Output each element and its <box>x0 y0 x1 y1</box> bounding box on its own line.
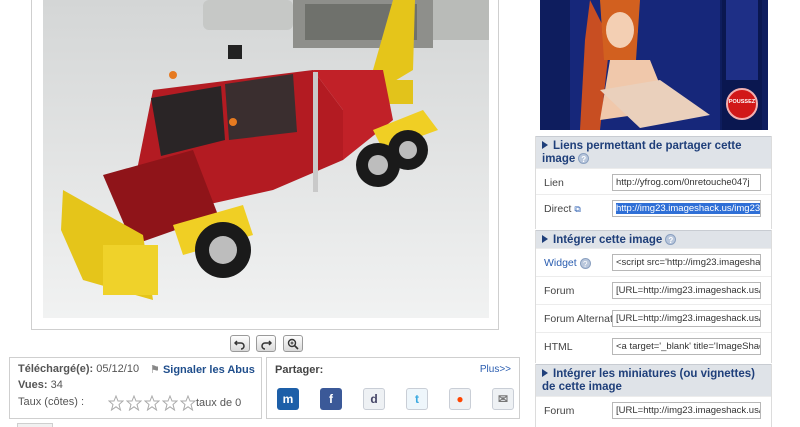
embed-thumbs-panel: Intégrer les miniatures (ou vignettes) d… <box>535 364 772 427</box>
twitter-icon[interactable]: t <box>406 388 428 410</box>
views-label: Vues: <box>18 379 48 391</box>
embed-thumbs-header[interactable]: Intégrer les miniatures (ou vignettes) d… <box>536 364 771 396</box>
forum-label: Forum <box>544 285 575 297</box>
report-abuse-label: Signaler les Abus <box>162 364 255 376</box>
share-links-title: Liens permettant de partager cette image <box>542 140 742 165</box>
zoom-button[interactable] <box>283 335 303 352</box>
share-links-panel: Liens permettant de partager cette image… <box>535 136 772 229</box>
embed-thumbs-title: Intégrer les miniatures (ou vignettes) d… <box>542 368 755 393</box>
bottom-tab[interactable] <box>17 423 53 427</box>
share-box: Partager: Plus>> m f d t ● ✉ <box>266 357 520 419</box>
direct-link-value: http://img23.imageshack.us/img23 <box>616 203 761 214</box>
forum-alt-label: Forum Alternatif <box>544 313 612 325</box>
rotate-left-icon <box>234 339 245 350</box>
star-icon[interactable] <box>180 395 196 411</box>
widget-label-text: Widget <box>544 257 577 269</box>
embed-row-forum-alt: Forum Alternatif [URL=http://img23.image… <box>536 304 771 332</box>
embed-image-header[interactable]: Intégrer cette image? <box>536 230 771 248</box>
expand-arrow-icon <box>542 369 548 377</box>
views-row: Vues: 34 <box>18 379 63 391</box>
rotate-right-icon <box>261 339 272 350</box>
share-row-direct: Direct ⧉ http://img23.imageshack.us/img2… <box>536 194 771 221</box>
help-icon[interactable]: ? <box>579 257 591 269</box>
row-label: Lien <box>544 177 564 189</box>
html-label: HTML <box>544 341 573 353</box>
upload-date-value: 05/12/10 <box>96 363 140 375</box>
star-icon[interactable] <box>162 395 178 411</box>
facebook-icon[interactable]: f <box>320 388 342 410</box>
embed-image-title: Intégrer cette image <box>553 234 663 246</box>
rating-label: Taux (côtes) : <box>18 396 85 408</box>
direct-link-field[interactable]: http://img23.imageshack.us/img23 <box>612 200 761 217</box>
help-icon[interactable]: ? <box>578 153 590 165</box>
embed-row-forum: Forum [URL=http://img23.imageshack.us/ <box>536 276 771 304</box>
forum-code-field[interactable]: [URL=http://img23.imageshack.us/ <box>612 282 761 299</box>
zoom-icon <box>287 338 299 350</box>
share-more-link[interactable]: Plus>> <box>480 364 511 375</box>
share-title: Partager: <box>275 364 324 376</box>
row-label: Direct ⧉ <box>544 203 581 215</box>
advertisement-banner[interactable]: POUSSEZ <box>540 0 768 130</box>
thumbs-row-forum: Forum [URL=http://img23.imageshack.us/ <box>536 396 771 424</box>
forum-alt-code-field[interactable]: [URL=http://img23.imageshack.us/ <box>612 310 761 327</box>
upload-date-label: Téléchargé(e): <box>18 363 94 375</box>
expand-arrow-icon <box>542 235 548 243</box>
direct-label: Direct <box>544 203 572 215</box>
rating-stars <box>108 395 196 411</box>
ad-illustration <box>540 0 768 130</box>
embed-row-widget: Widget? <script src='http://img23.images… <box>536 248 771 276</box>
share-row-link: Lien http://yfrog.com/0nretouche047j <box>536 168 771 194</box>
myspace-icon[interactable]: m <box>277 388 299 410</box>
star-icon[interactable] <box>126 395 142 411</box>
tow-truck-photo <box>43 0 489 318</box>
main-photo[interactable] <box>43 0 489 318</box>
expand-arrow-icon <box>542 141 548 149</box>
views-value: 34 <box>50 379 63 391</box>
flag-icon: ⚑ <box>150 364 160 376</box>
rotate-right-button[interactable] <box>256 335 276 352</box>
digg-icon[interactable]: d <box>363 388 385 410</box>
link-field[interactable]: http://yfrog.com/0nretouche047j <box>612 174 761 191</box>
star-icon[interactable] <box>144 395 160 411</box>
ad-push-button[interactable]: POUSSEZ <box>727 99 757 105</box>
star-icon[interactable] <box>108 395 124 411</box>
thumbs-forum-label: Forum <box>544 405 575 417</box>
upload-date-row: Téléchargé(e): 05/12/10 <box>18 363 139 375</box>
html-code-field[interactable]: <a target='_blank' title='ImageShac <box>612 338 761 355</box>
share-links-header[interactable]: Liens permettant de partager cette image… <box>536 136 771 168</box>
image-info-box: Téléchargé(e): 05/12/10 ⚑ Signaler les A… <box>9 357 262 419</box>
embed-row-html: HTML <a target='_blank' title='ImageShac <box>536 332 771 360</box>
report-abuse-link[interactable]: ⚑ Signaler les Abus <box>150 363 255 376</box>
photo-frame <box>31 0 499 330</box>
embed-image-panel: Intégrer cette image? Widget? <script sr… <box>535 230 772 363</box>
rating-suffix: taux de 0 <box>196 397 242 409</box>
thumbs-forum-code-field[interactable]: [URL=http://img23.imageshack.us/ <box>612 402 761 419</box>
email-icon[interactable]: ✉ <box>492 388 514 410</box>
widget-code-field[interactable]: <script src='http://img23.imagesha <box>612 254 761 271</box>
rotate-left-button[interactable] <box>230 335 250 352</box>
widget-label: Widget? <box>544 257 591 269</box>
help-icon[interactable]: ? <box>665 234 677 246</box>
reddit-icon[interactable]: ● <box>449 388 471 410</box>
external-link-icon: ⧉ <box>574 204 581 214</box>
